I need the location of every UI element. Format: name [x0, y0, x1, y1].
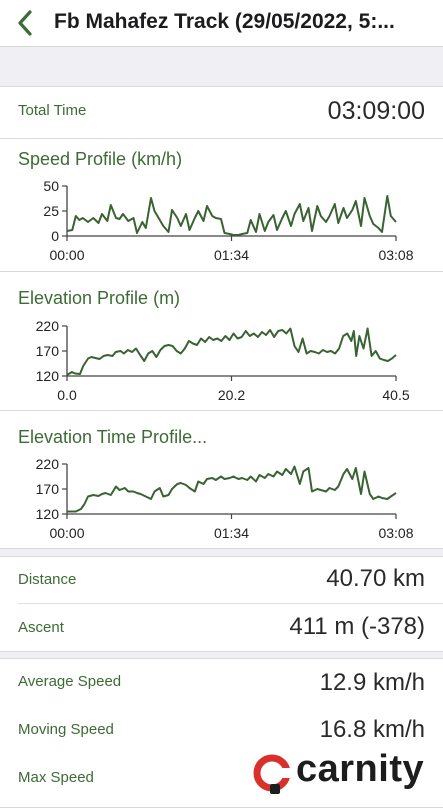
carnity-logo-text: carnity — [296, 748, 425, 790]
nav-bar: Fb Mahafez Track (29/05/2022, 5:... — [0, 0, 443, 47]
y-tick-label: 0 — [51, 228, 59, 244]
carnity-logo: carnity — [250, 746, 438, 798]
distance-value: 40.70 km — [326, 565, 425, 592]
total-time-label: Total Time — [18, 102, 87, 119]
separator — [18, 603, 443, 604]
x-tick-label: 00:00 — [49, 525, 84, 541]
y-tick-label: 220 — [36, 318, 60, 334]
elevation-time-profile-card: Elevation Time Profile... 220 170 120 00:00… — [0, 410, 443, 549]
x-tick-label: 03:08 — [378, 247, 413, 263]
carnity-logo-icon — [251, 752, 294, 794]
page-title: Fb Mahafez Track (29/05/2022, 5:... — [54, 10, 395, 33]
y-tick-label: 50 — [43, 178, 59, 194]
total-time-card: Total Time 03:09:00 — [0, 86, 443, 139]
distance-label: Distance — [18, 571, 77, 588]
y-tick-label: 170 — [36, 481, 60, 497]
series-line — [66, 195, 397, 236]
series-line — [66, 327, 397, 376]
x-tick-label: 00:00 — [49, 247, 84, 263]
ascent-label: Ascent — [18, 619, 64, 636]
y-tick-label: 25 — [43, 203, 59, 219]
distance-ascent-card: Distance 40.70 km Ascent 411 m (-378) — [0, 556, 443, 652]
max-speed-label: Max Speed — [18, 769, 94, 786]
elevation-profile-chart: 220 170 120 0.0 20.2 40.5 — [36, 318, 410, 403]
x-tick-label: 01:34 — [214, 247, 249, 263]
average-speed-value: 12.9 km/h — [319, 669, 425, 696]
average-speed-label: Average Speed — [18, 673, 122, 690]
moving-speed-value: 16.8 km/h — [319, 716, 425, 743]
x-tick-label: 20.2 — [218, 387, 245, 403]
series-line — [67, 465, 397, 513]
x-tick-label: 03:08 — [378, 525, 413, 541]
x-tick-label: 40.5 — [382, 387, 409, 403]
x-tick-label: 01:34 — [214, 525, 249, 541]
elevation-profile-card: Elevation Profile (m) 220 170 120 0.0 20.2 40… — [0, 271, 443, 411]
moving-speed-label: Moving Speed — [18, 721, 114, 738]
y-tick-label: 120 — [36, 368, 60, 384]
chevron-left-icon — [18, 10, 32, 36]
total-time-value: 03:09:00 — [327, 97, 425, 125]
back-button[interactable] — [10, 6, 40, 40]
ascent-value: 411 m (-378) — [289, 613, 425, 640]
speed-profile-chart: 50 25 0 00:00 01:34 03:08 — [43, 178, 413, 263]
speed-profile-card: Speed Profile (km/h) 50 25 0 00:00 01:34 03:0… — [0, 138, 443, 272]
y-tick-label: 170 — [36, 343, 60, 359]
elevation-time-profile-chart: 220 170 120 00:00 01:34 03:08 — [36, 456, 414, 541]
x-tick-label: 0.0 — [57, 387, 77, 403]
y-tick-label: 120 — [36, 506, 60, 522]
y-tick-label: 220 — [36, 456, 60, 472]
